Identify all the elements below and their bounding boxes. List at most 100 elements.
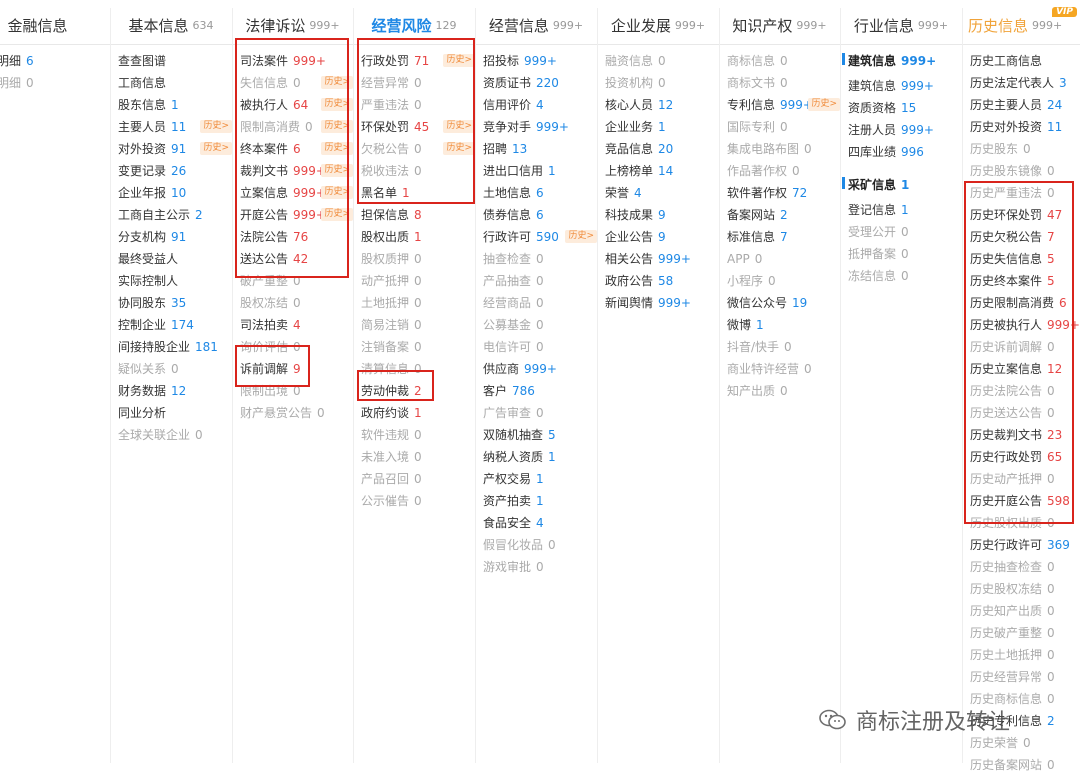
history-badge[interactable]: 历史>	[321, 208, 353, 221]
list-item[interactable]: 担保信息 8	[361, 204, 475, 226]
history-badge[interactable]: 历史>	[321, 120, 353, 133]
list-item[interactable]: 法院公告 76	[240, 226, 353, 248]
list-item[interactable]: 查查图谱	[118, 50, 232, 72]
section-header[interactable]: 建筑信息 999+	[842, 48, 962, 75]
list-item[interactable]: 行政许可 590 历史>	[483, 226, 597, 248]
list-item[interactable]: 广告审查 0	[483, 402, 597, 424]
list-item[interactable]: 司法案件 999+	[240, 50, 353, 72]
list-item[interactable]: 企业业务 1	[605, 116, 719, 138]
list-item[interactable]: 客户 786	[483, 380, 597, 402]
tab-4[interactable]: 经营信息 999+	[475, 6, 597, 45]
section-header[interactable]: 采矿信息 1	[842, 172, 962, 199]
history-badge[interactable]: 历史>	[200, 120, 232, 133]
list-item[interactable]: 对外投资 91 历史>	[118, 138, 232, 160]
list-item[interactable]: 历史失信信息 5	[970, 248, 1080, 270]
tab-8[interactable]: 历史信息 999+ VIP	[962, 6, 1080, 45]
list-item[interactable]: 历史法院公告 0	[970, 380, 1080, 402]
list-item[interactable]: 作品著作权 0	[727, 160, 840, 182]
list-item[interactable]: 电信许可 0	[483, 336, 597, 358]
list-item[interactable]: 历史股东 0	[970, 138, 1080, 160]
list-item[interactable]: 全球关联企业 0	[118, 424, 232, 446]
list-item[interactable]: 历史股权出质 0	[970, 512, 1080, 534]
list-item[interactable]: 微信公众号 19	[727, 292, 840, 314]
list-item[interactable]: 资质资格 15	[848, 97, 962, 119]
list-item[interactable]: 公示催告 0	[361, 490, 475, 512]
list-item[interactable]: 招投标 999+	[483, 50, 597, 72]
list-item[interactable]: 历史终本案件 5	[970, 270, 1080, 292]
list-item[interactable]: 竞争对手 999+	[483, 116, 597, 138]
list-item[interactable]: 立案信息 999+ 历史>	[240, 182, 353, 204]
list-item[interactable]: 融资信息 0	[605, 50, 719, 72]
list-item[interactable]: 历史严重违法 0	[970, 182, 1080, 204]
list-item[interactable]: 股权质押 0	[361, 248, 475, 270]
history-badge[interactable]: 历史>	[808, 98, 840, 111]
history-badge[interactable]: 历史>	[565, 230, 597, 243]
list-item[interactable]: 产权交易 1	[483, 468, 597, 490]
list-item[interactable]: 假冒化妆品 0	[483, 534, 597, 556]
list-item[interactable]: 股东信息 1	[118, 94, 232, 116]
history-badge[interactable]: 历史>	[443, 54, 475, 67]
list-item[interactable]: 历史环保处罚 47	[970, 204, 1080, 226]
list-item[interactable]: 同业分析	[118, 402, 232, 424]
history-badge[interactable]: 历史>	[321, 164, 353, 177]
list-item[interactable]: 竞品信息 20	[605, 138, 719, 160]
list-item[interactable]: 冻结信息 0	[848, 265, 962, 287]
list-item[interactable]: 知产出质 0	[727, 380, 840, 402]
list-item[interactable]: 历史被执行人 999+	[970, 314, 1080, 336]
history-badge[interactable]: 历史>	[321, 142, 353, 155]
list-item[interactable]: 历史立案信息 12	[970, 358, 1080, 380]
list-item[interactable]: 科技成果 9	[605, 204, 719, 226]
list-item[interactable]: 土地抵押 0	[361, 292, 475, 314]
history-badge[interactable]: 历史>	[443, 120, 475, 133]
list-item[interactable]: 历史动产抵押 0	[970, 468, 1080, 490]
list-item[interactable]: 标准信息 7	[727, 226, 840, 248]
list-item[interactable]: 小程序 0	[727, 270, 840, 292]
list-item[interactable]: 微博 1	[727, 314, 840, 336]
list-item[interactable]: 协同股东 35	[118, 292, 232, 314]
list-item[interactable]: 注销备案 0	[361, 336, 475, 358]
list-item[interactable]: 主要人员 11 历史>	[118, 116, 232, 138]
list-item[interactable]: 政府约谈 1	[361, 402, 475, 424]
tab-7[interactable]: 行业信息 999+	[840, 6, 962, 45]
tab-6[interactable]: 知识产权 999+	[719, 6, 840, 45]
list-item[interactable]: 信用评价 4	[483, 94, 597, 116]
list-item[interactable]: 建筑信息 999+	[848, 75, 962, 97]
list-item[interactable]: 集成电路布图 0	[727, 138, 840, 160]
list-item[interactable]: 游戏审批 0	[483, 556, 597, 578]
list-item[interactable]: 实际控制人	[118, 270, 232, 292]
tab-0[interactable]: 金融信息	[0, 6, 110, 45]
history-badge[interactable]: 历史>	[443, 142, 475, 155]
list-item[interactable]: 抖音/快手 0	[727, 336, 840, 358]
list-item[interactable]: 历史行政许可 369	[970, 534, 1080, 556]
list-item[interactable]: 动产抵押 0	[361, 270, 475, 292]
list-item[interactable]: 历史欠税公告 7	[970, 226, 1080, 248]
list-item[interactable]: 受理公开 0	[848, 221, 962, 243]
list-item[interactable]: 历史抽查检查 0	[970, 556, 1080, 578]
list-item[interactable]: 变更记录 26	[118, 160, 232, 182]
list-item[interactable]: 相关公告 999+	[605, 248, 719, 270]
list-item[interactable]: 诉前调解 9	[240, 358, 353, 380]
list-item[interactable]: 询价评估 0	[240, 336, 353, 358]
list-item[interactable]: 商标文书 0	[727, 72, 840, 94]
list-item[interactable]: 分支机构 91	[118, 226, 232, 248]
list-item[interactable]: 土地信息 6	[483, 182, 597, 204]
list-item[interactable]: 历史备案网站 0	[970, 754, 1080, 776]
list-item[interactable]: 历史对外投资 11	[970, 116, 1080, 138]
list-item[interactable]: 抵押备案 0	[848, 243, 962, 265]
list-item[interactable]: 违约明细 0	[0, 72, 110, 94]
list-item[interactable]: 最终受益人	[118, 248, 232, 270]
history-badge[interactable]: 历史>	[321, 98, 353, 111]
list-item[interactable]: 登记信息 1	[848, 199, 962, 221]
list-item[interactable]: 经营商品 0	[483, 292, 597, 314]
list-item[interactable]: 历史股权冻结 0	[970, 578, 1080, 600]
list-item[interactable]: 裁判文书 999+ 历史>	[240, 160, 353, 182]
list-item[interactable]: 抽查检查 0	[483, 248, 597, 270]
list-item[interactable]: 限制出境 0	[240, 380, 353, 402]
list-item[interactable]: 劳动仲裁 2	[361, 380, 475, 402]
list-item[interactable]: 经营异常 0	[361, 72, 475, 94]
list-item[interactable]: 历史开庭公告 598	[970, 490, 1080, 512]
list-item[interactable]: 招聘 13	[483, 138, 597, 160]
list-item[interactable]: 投资机构 0	[605, 72, 719, 94]
list-item[interactable]: 破产重整 0	[240, 270, 353, 292]
history-badge[interactable]: 历史>	[321, 76, 353, 89]
